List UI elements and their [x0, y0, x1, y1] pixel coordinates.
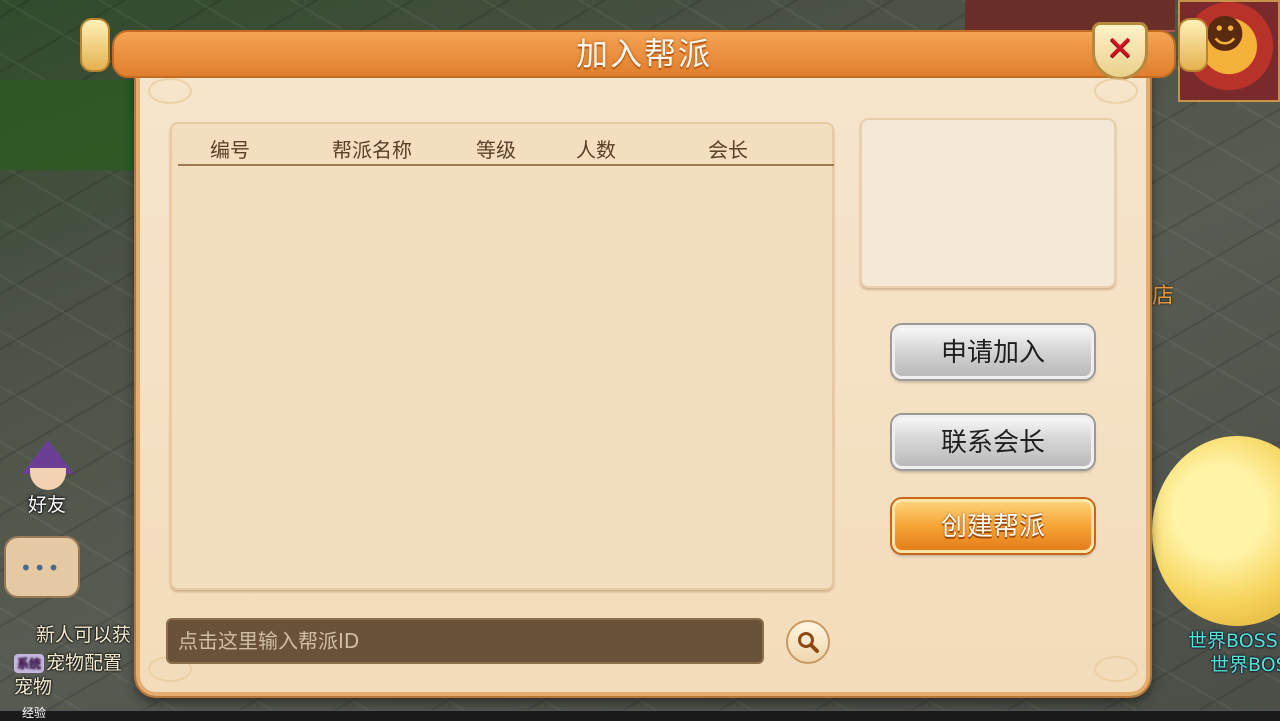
- create-guild-button[interactable]: 创建帮派: [892, 499, 1094, 553]
- join-guild-dialog: 加入帮派 ✕ 编号 帮派名称 等级 人数 会长 申请加入 联系会长 创建帮派: [80, 18, 1208, 696]
- exp-bar: [0, 710, 1280, 721]
- guild-list-panel[interactable]: 编号 帮派名称 等级 人数 会长: [170, 122, 834, 590]
- exp-label: 经验: [22, 706, 47, 720]
- dialog-title: 加入帮派: [575, 35, 712, 73]
- column-header-id: 编号: [210, 138, 250, 162]
- corner-ornament: [1094, 78, 1138, 104]
- chat-line-text: 宠物配置: [46, 652, 123, 674]
- chat-line: 新人可以获: [36, 624, 132, 646]
- friend-button[interactable]: 好友: [10, 440, 90, 520]
- chat-button[interactable]: •••: [4, 536, 80, 598]
- column-header-members: 人数: [576, 138, 616, 162]
- apply-join-button[interactable]: 申请加入: [892, 325, 1094, 379]
- friend-avatar-icon: [30, 468, 66, 490]
- column-header-name: 帮派名称: [332, 138, 412, 162]
- friend-label: 好友: [28, 494, 67, 516]
- contact-leader-button[interactable]: 联系会长: [892, 415, 1094, 469]
- world-boss-label: 世界BOSS: [1188, 630, 1278, 652]
- guild-list-header: 编号 帮派名称 等级 人数 会长: [178, 124, 834, 166]
- world-boss-label: 世界BOS: [1210, 654, 1280, 676]
- column-header-level: 等级: [476, 138, 516, 162]
- shop-label[interactable]: 店: [1152, 278, 1174, 310]
- scroll-ornament-right: [1178, 18, 1208, 72]
- search-icon: [798, 632, 819, 653]
- corner-ornament: [148, 78, 192, 104]
- close-icon: ✕: [1105, 29, 1135, 69]
- scroll-ornament-left: [80, 18, 110, 72]
- search-button[interactable]: [786, 620, 830, 664]
- chat-bubble-icon: •••: [20, 556, 62, 580]
- grass-patch: [0, 80, 140, 170]
- corner-ornament: [1094, 656, 1138, 682]
- guild-info-panel: [860, 118, 1116, 288]
- guild-id-search-input[interactable]: [166, 618, 764, 664]
- column-header-leader: 会长: [708, 138, 748, 162]
- close-button[interactable]: ✕: [1092, 22, 1148, 80]
- system-tag: 系统: [14, 654, 45, 673]
- chat-line: 宠物: [14, 676, 53, 698]
- chat-line: 系统 宠物配置: [14, 648, 122, 675]
- dialog-title-bar: 加入帮派: [80, 18, 1208, 78]
